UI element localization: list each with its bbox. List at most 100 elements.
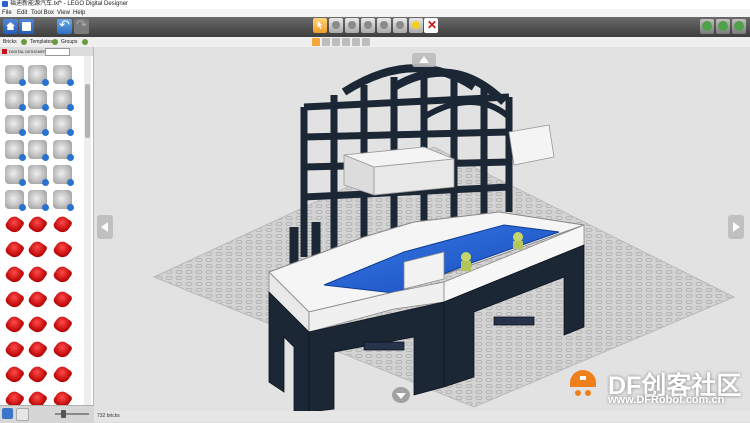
view-mode-view-icon[interactable]: [716, 19, 730, 34]
tab-bricks[interactable]: Bricks: [3, 37, 17, 47]
technic-brick-item[interactable]: [5, 90, 26, 111]
red-brick-item[interactable]: [26, 288, 49, 311]
technic-brick-item[interactable]: [28, 115, 49, 136]
expand-brick-icon[interactable]: [42, 79, 49, 86]
technic-brick-item[interactable]: [5, 165, 26, 186]
palette-search-input[interactable]: [45, 48, 70, 56]
multi-select-icon[interactable]: [362, 38, 370, 46]
expand-brick-icon[interactable]: [19, 154, 26, 161]
invert-select-icon[interactable]: [352, 38, 360, 46]
red-brick-item[interactable]: [51, 388, 74, 405]
expand-brick-icon[interactable]: [19, 104, 26, 111]
expand-brick-icon[interactable]: [67, 204, 74, 211]
technic-brick-item[interactable]: [53, 115, 74, 136]
undo-icon[interactable]: [57, 18, 72, 34]
red-brick-item[interactable]: [3, 338, 26, 361]
rotate-left-arrow[interactable]: [97, 215, 113, 239]
expand-brick-icon[interactable]: [19, 179, 26, 186]
select-cursor-icon[interactable]: [313, 18, 327, 33]
expand-brick-icon[interactable]: [42, 129, 49, 136]
red-brick-item[interactable]: [26, 213, 49, 236]
connected-select-icon[interactable]: [322, 38, 330, 46]
expand-brick-icon[interactable]: [67, 179, 74, 186]
red-brick-item[interactable]: [3, 288, 26, 311]
red-brick-item[interactable]: [26, 263, 49, 286]
clone-icon[interactable]: [329, 18, 343, 33]
palette-scroll-thumb[interactable]: [85, 84, 90, 138]
expand-brick-icon[interactable]: [19, 79, 26, 86]
building-guide-icon[interactable]: [732, 19, 746, 34]
flex-icon[interactable]: [377, 18, 391, 33]
technic-brick-item[interactable]: [5, 140, 26, 161]
red-brick-item[interactable]: [51, 338, 74, 361]
red-brick-item[interactable]: [3, 363, 26, 386]
red-brick-item[interactable]: [26, 338, 49, 361]
red-brick-item[interactable]: [51, 238, 74, 261]
technic-brick-item[interactable]: [5, 190, 26, 211]
color-palette-icon[interactable]: [16, 408, 29, 421]
technic-brick-item[interactable]: [5, 65, 26, 86]
add-group-icon[interactable]: [82, 39, 88, 45]
home-icon[interactable]: [3, 19, 18, 34]
red-brick-item[interactable]: [3, 238, 26, 261]
rotate-right-arrow[interactable]: [728, 215, 744, 239]
scene-canvas[interactable]: [94, 47, 750, 411]
color-select-icon[interactable]: [332, 38, 340, 46]
expand-brick-icon[interactable]: [42, 179, 49, 186]
red-brick-item[interactable]: [3, 263, 26, 286]
technic-brick-item[interactable]: [28, 90, 49, 111]
expand-brick-icon[interactable]: [67, 79, 74, 86]
delete-icon[interactable]: [424, 18, 438, 33]
rotate-down-arrow[interactable]: [392, 387, 410, 403]
technic-brick-item[interactable]: [53, 90, 74, 111]
red-brick-item[interactable]: [26, 388, 49, 405]
expand-brick-icon[interactable]: [42, 154, 49, 161]
menu-help[interactable]: Help: [73, 9, 85, 17]
menu-toolbox[interactable]: Tool Box: [31, 9, 54, 17]
palette-view-icon[interactable]: [2, 408, 13, 419]
rotate-up-arrow[interactable]: [412, 53, 436, 67]
save-icon[interactable]: [19, 19, 34, 34]
hide-icon[interactable]: [409, 18, 423, 33]
expand-brick-icon[interactable]: [42, 104, 49, 111]
red-brick-item[interactable]: [51, 263, 74, 286]
technic-brick-item[interactable]: [53, 165, 74, 186]
tab-templates[interactable]: Templates: [30, 37, 53, 47]
red-brick-item[interactable]: [3, 313, 26, 336]
technic-brick-item[interactable]: [28, 165, 49, 186]
view-mode-build-icon[interactable]: [700, 19, 714, 34]
expand-brick-icon[interactable]: [67, 129, 74, 136]
red-brick-item[interactable]: [26, 363, 49, 386]
technic-brick-item[interactable]: [28, 140, 49, 161]
red-brick-item[interactable]: [3, 388, 26, 405]
expand-brick-icon[interactable]: [67, 154, 74, 161]
menu-edit[interactable]: Edit: [17, 9, 27, 17]
palette-scrollbar[interactable]: [84, 56, 91, 405]
technic-brick-item[interactable]: [53, 190, 74, 211]
red-brick-item[interactable]: [51, 213, 74, 236]
menu-view[interactable]: View: [57, 9, 70, 17]
single-select-icon[interactable]: [312, 38, 320, 46]
expand-brick-icon[interactable]: [19, 204, 26, 211]
red-brick-item[interactable]: [26, 313, 49, 336]
hinge-icon[interactable]: [345, 18, 359, 33]
technic-brick-item[interactable]: [5, 115, 26, 136]
red-brick-item[interactable]: [3, 213, 26, 236]
technic-brick-item[interactable]: [53, 65, 74, 86]
expand-brick-icon[interactable]: [19, 129, 26, 136]
menu-file[interactable]: File: [2, 9, 12, 17]
hinge-align-icon[interactable]: [361, 18, 375, 33]
redo-icon[interactable]: [74, 18, 89, 34]
technic-brick-item[interactable]: [28, 190, 49, 211]
red-brick-item[interactable]: [26, 238, 49, 261]
zoom-slider-knob[interactable]: [61, 410, 66, 418]
technic-brick-item[interactable]: [53, 140, 74, 161]
tab-groups[interactable]: Groups: [61, 37, 77, 47]
expand-brick-icon[interactable]: [42, 204, 49, 211]
red-brick-item[interactable]: [51, 288, 74, 311]
red-brick-item[interactable]: [51, 363, 74, 386]
shape-select-icon[interactable]: [342, 38, 350, 46]
paint-bucket-icon[interactable]: [393, 18, 407, 33]
expand-brick-icon[interactable]: [67, 104, 74, 111]
red-brick-item[interactable]: [51, 313, 74, 336]
